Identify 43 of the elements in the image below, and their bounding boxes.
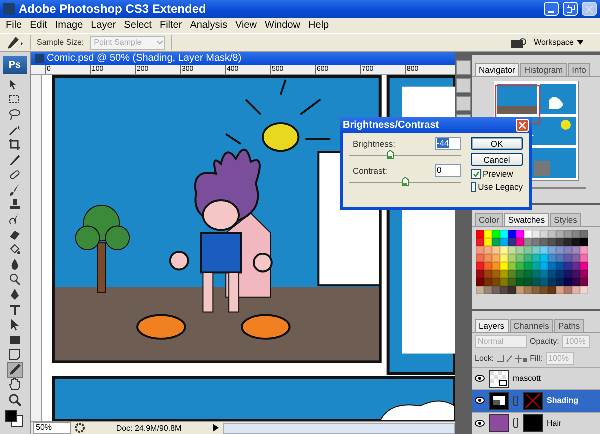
panel-tab[interactable]: Color (475, 213, 504, 226)
value-field[interactable]: 0 (435, 164, 461, 177)
menu-item[interactable]: Analysis (186, 20, 232, 31)
document-title: Comic.psd @ 50% (Shading, Layer Mask/8) (47, 53, 243, 64)
menu-item[interactable]: Image (51, 20, 88, 31)
value-field[interactable]: -44 (435, 137, 461, 150)
layer-name: Shading (547, 396, 579, 406)
menu-item[interactable]: Select (120, 20, 156, 31)
app-logo: Ps (3, 56, 27, 74)
dialog-title: Brightness/Contrast (343, 120, 440, 130)
zoom-field[interactable]: 50% (33, 422, 71, 434)
checkbox[interactable]: Preview (471, 169, 523, 179)
menu-item[interactable]: Layer (87, 20, 120, 31)
panel-tab[interactable]: Layers (475, 319, 509, 332)
layer-name: mascott (513, 374, 542, 384)
menu-item[interactable]: Filter (156, 20, 186, 31)
fill-label: Fill: (530, 354, 543, 363)
menu-item[interactable]: View (231, 20, 261, 31)
menu-item[interactable]: Help (304, 20, 334, 31)
layer-row[interactable]: Hair (472, 412, 600, 434)
dialog-button[interactable]: OK (471, 137, 523, 150)
field-label: Brightness: (353, 138, 396, 148)
workspace-menu[interactable]: Workspace (534, 38, 594, 47)
opacity-label: Opacity: (530, 337, 560, 346)
menu-item[interactable]: Window (260, 20, 305, 31)
lock-label: Lock: (475, 354, 494, 363)
checkbox[interactable]: Use Legacy (471, 182, 523, 192)
layer-row[interactable]: Shading (472, 389, 600, 412)
menu-item[interactable]: File (2, 20, 26, 31)
panel-tab[interactable]: Swatches (504, 213, 550, 226)
panel-tab[interactable]: Channels (510, 319, 554, 332)
panel-tab[interactable]: Paths (554, 319, 584, 332)
document-size: Doc: 24.9M/90.8M (115, 424, 183, 432)
window-title: Adobe Photoshop CS3 Extended (19, 2, 208, 16)
panel-tab[interactable]: Histogram (520, 63, 568, 76)
dialog-button[interactable]: Cancel (471, 153, 523, 166)
panel-tab[interactable]: Info (568, 63, 590, 76)
panel-tab[interactable]: Styles (550, 213, 582, 226)
panel-tab[interactable]: Navigator (475, 63, 520, 76)
field-label: Contrast: (353, 166, 388, 176)
layer-name: Hair (547, 418, 562, 428)
menu-item[interactable]: Edit (26, 20, 52, 31)
sample-size-label: Sample Size: (37, 38, 84, 47)
